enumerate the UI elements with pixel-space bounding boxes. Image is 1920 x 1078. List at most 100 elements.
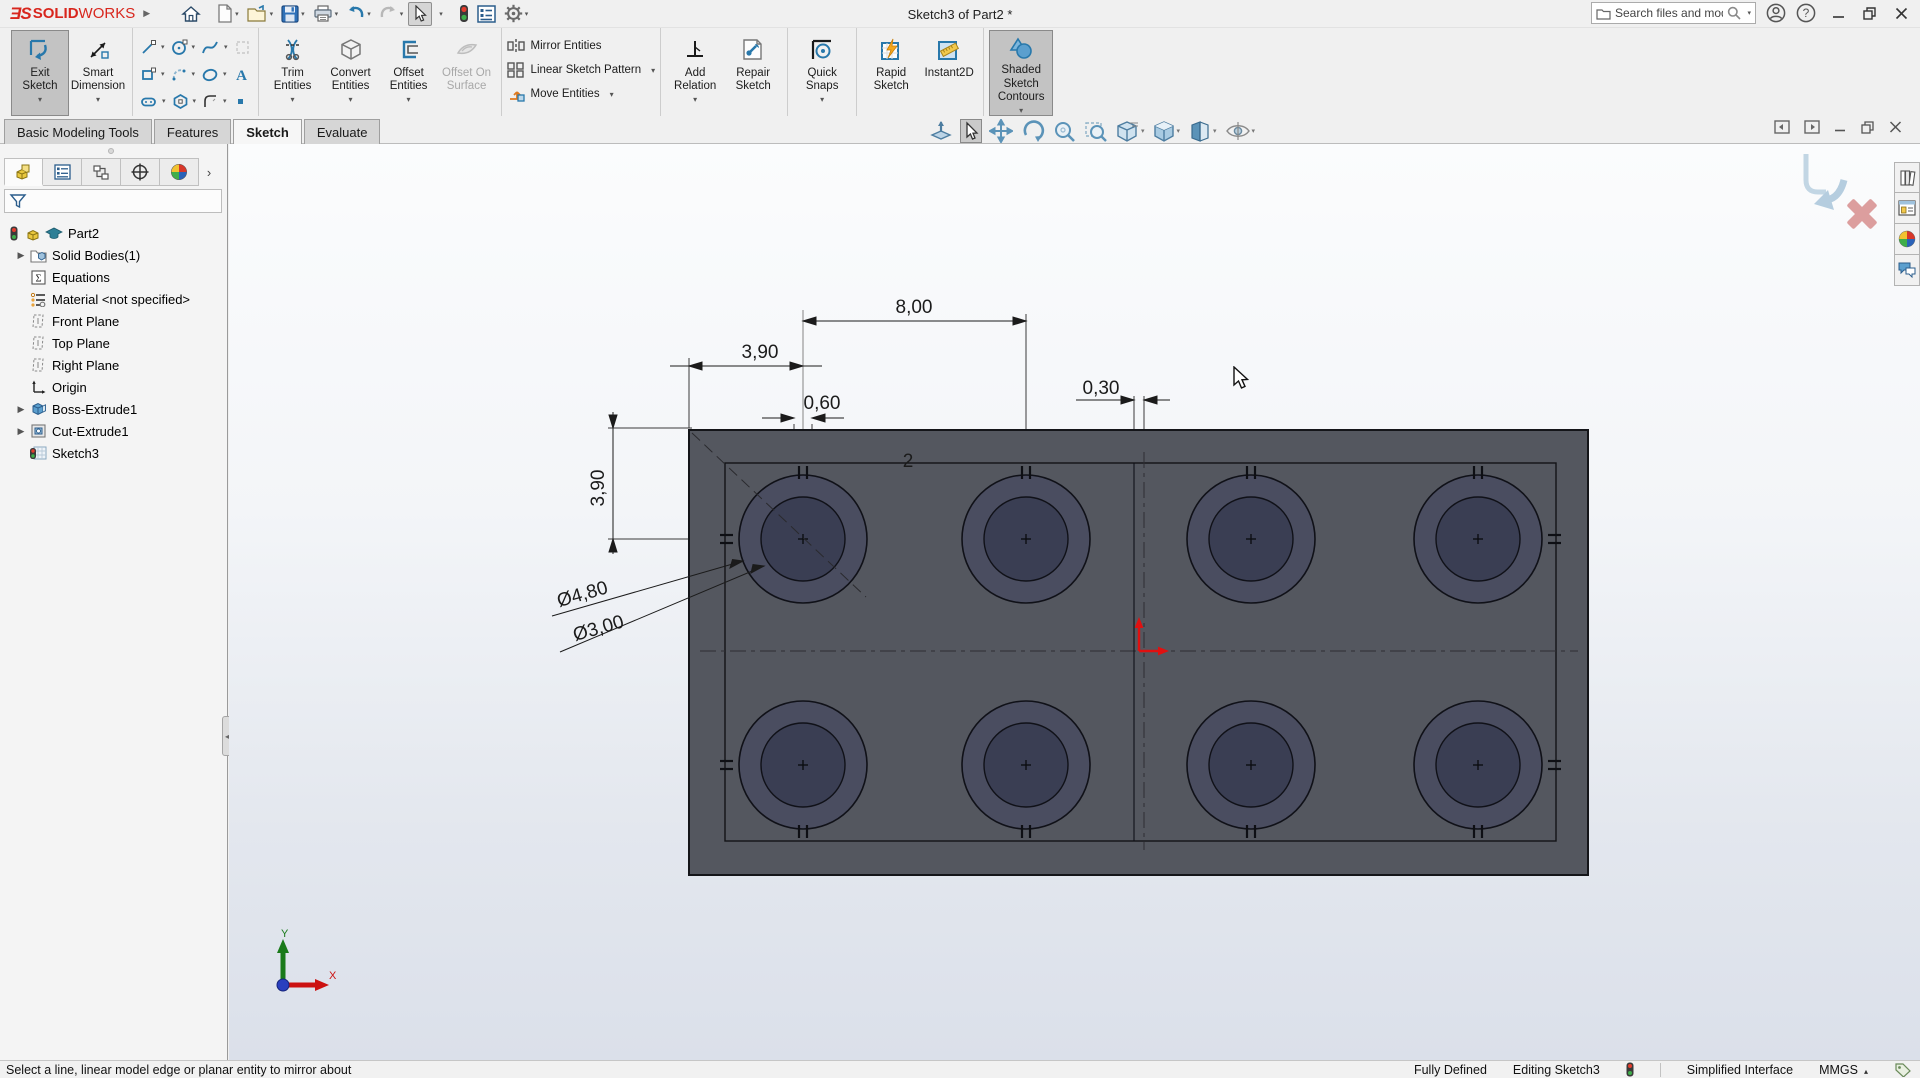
new-document-caret[interactable]: ▾ [235, 10, 239, 18]
search-icon[interactable] [1727, 6, 1742, 20]
display-style-button[interactable]: ▾ [1152, 119, 1182, 144]
tree-item-top-plane[interactable]: Top Plane [0, 332, 226, 354]
3d-content-central-tab[interactable] [1894, 224, 1920, 255]
status-traffic-light-icon[interactable] [1626, 1062, 1634, 1077]
undo-button[interactable]: ▾ [343, 2, 374, 26]
doc-restore-button[interactable] [1861, 120, 1875, 134]
slot-tool[interactable] [138, 93, 160, 110]
spline-caret[interactable]: ▾ [224, 43, 228, 51]
cancel-sketch-icon[interactable] [1846, 198, 1877, 229]
select-tool-button[interactable] [408, 1, 433, 26]
view-orientation-caret[interactable]: ▾ [1141, 127, 1145, 135]
save-caret[interactable]: ▾ [301, 10, 305, 18]
zoom-to-area-button[interactable] [1083, 119, 1109, 144]
print-caret[interactable]: ▾ [335, 10, 339, 18]
display-style-caret[interactable]: ▾ [1177, 127, 1181, 135]
tree-item-solid-bodies[interactable]: ▶ Solid Bodies(1) [0, 244, 226, 266]
pane-right-icon[interactable] [1804, 120, 1820, 134]
circle-caret[interactable]: ▾ [192, 43, 196, 51]
expand-arrow-icon[interactable]: ▶ [14, 250, 28, 261]
shaded-caret[interactable]: ▾ [1019, 106, 1023, 115]
section-view-caret[interactable]: ▾ [1213, 127, 1217, 135]
design-library-tab[interactable] [1894, 162, 1920, 193]
doc-minimize-button[interactable] [1834, 121, 1847, 133]
tab-sketch[interactable]: Sketch [233, 119, 302, 144]
open-button[interactable]: ▾ [244, 2, 277, 26]
units-selector[interactable]: MMGS ▴ [1819, 1063, 1868, 1077]
polygon-tool[interactable] [170, 92, 191, 111]
redo-caret[interactable]: ▾ [400, 10, 404, 18]
tree-filter-bar[interactable] [4, 189, 222, 213]
eye-caret[interactable]: ▾ [1252, 127, 1256, 135]
tree-item-material[interactable]: Material <not specified> [0, 288, 226, 310]
quick-snaps-button[interactable]: Quick Snaps ▾ [793, 30, 851, 116]
tree-item-origin[interactable]: Origin [0, 376, 226, 398]
trim-entities-button[interactable]: Trim Entities ▾ [264, 30, 322, 116]
tab-property-manager[interactable] [43, 158, 82, 186]
offset-entities-button[interactable]: Offset Entities ▾ [380, 30, 438, 116]
restore-button[interactable] [1863, 6, 1877, 20]
add-relation-caret[interactable]: ▾ [693, 95, 697, 104]
linear-sketch-pattern-button[interactable]: Linear Sketch Pattern ▾ [506, 60, 655, 80]
polygon-caret[interactable]: ▾ [193, 97, 197, 105]
doc-close-button[interactable] [1889, 121, 1902, 133]
tree-item-right-plane[interactable]: Right Plane [0, 354, 226, 376]
search-box[interactable]: Search files and models ▾ [1591, 2, 1756, 24]
mirror-entities-button[interactable]: Mirror Entities [506, 36, 656, 56]
exit-sketch-caret[interactable]: ▾ [38, 95, 42, 104]
interface-mode[interactable]: Simplified Interface [1687, 1063, 1793, 1077]
point-tool[interactable] [231, 93, 250, 110]
tab-display-manager[interactable] [160, 158, 199, 186]
spline-tool[interactable] [199, 38, 222, 57]
slot-caret[interactable]: ▾ [162, 97, 166, 105]
line-tool[interactable] [138, 38, 159, 57]
dim-0-30[interactable]: 0,30 [1083, 378, 1120, 399]
settings-caret[interactable]: ▾ [525, 10, 529, 18]
options-list-button[interactable] [474, 2, 499, 26]
file-explorer-tab[interactable] [1894, 193, 1920, 224]
trim-caret[interactable]: ▾ [291, 95, 295, 104]
hide-show-items-button[interactable]: ▾ [1224, 120, 1257, 142]
panel-tab-overflow-chevron[interactable]: › [199, 158, 219, 186]
redo-button[interactable]: ▾ [376, 2, 407, 26]
ellipse-tool[interactable] [199, 65, 221, 84]
undo-caret[interactable]: ▾ [367, 10, 371, 18]
dim-8-00[interactable]: 8,00 [896, 297, 933, 318]
dim-diameter-3-00[interactable]: Ø3,00 [571, 611, 627, 645]
menu-flyout-arrow-icon[interactable]: ▶ [143, 8, 150, 19]
confirm-exit-sketch-icon[interactable] [1803, 154, 1848, 210]
offset-on-surface-button[interactable]: Offset On Surface [438, 30, 496, 116]
tree-item-front-plane[interactable]: Front Plane [0, 310, 226, 332]
ellipse-caret[interactable]: ▾ [223, 70, 227, 78]
dim-0-60[interactable]: 0,60 [804, 393, 841, 414]
tab-featuremanager-tree[interactable] [4, 158, 43, 186]
tab-evaluate[interactable]: Evaluate [303, 119, 381, 144]
fillet-caret[interactable]: ▾ [223, 97, 227, 105]
expand-arrow-icon[interactable]: ▶ [14, 404, 28, 415]
dim-3-90-horizontal[interactable]: 3,90 [742, 342, 779, 363]
exit-sketch-button[interactable]: Exit Sketch ▾ [11, 30, 69, 116]
pattern-count-label[interactable]: 2 [903, 451, 914, 472]
linear-pattern-caret[interactable]: ▾ [651, 66, 655, 75]
text-tool[interactable]: A [231, 65, 252, 84]
line-caret[interactable]: ▾ [161, 43, 165, 51]
quick-snaps-caret[interactable]: ▾ [820, 95, 824, 104]
rectangle-tool[interactable] [138, 65, 159, 84]
user-account-icon[interactable] [1766, 3, 1786, 23]
save-button[interactable]: ▾ [278, 2, 308, 26]
section-view-button[interactable]: ▾ [1187, 119, 1218, 144]
viewport-select-button[interactable] [960, 119, 982, 143]
tree-item-part2[interactable]: Part2 [0, 222, 226, 244]
tags-icon[interactable] [1894, 1062, 1912, 1077]
tree-item-cut-extrude1[interactable]: ▶ Cut-Extrude1 [0, 420, 226, 442]
select-tool-caret-button[interactable]: ▾ [434, 2, 446, 26]
help-icon[interactable]: ? [1796, 3, 1816, 23]
view-orientation-button[interactable]: ▾ [1115, 119, 1146, 144]
tab-dimxpert-manager[interactable] [121, 158, 160, 186]
home-button[interactable] [178, 2, 204, 26]
open-caret[interactable]: ▾ [270, 10, 274, 18]
convert-caret[interactable]: ▾ [349, 95, 353, 104]
tab-basic-modeling-tools[interactable]: Basic Modeling Tools [4, 119, 152, 144]
move-entities-caret[interactable]: ▾ [610, 90, 614, 99]
smart-dimension-caret[interactable]: ▾ [96, 95, 100, 104]
